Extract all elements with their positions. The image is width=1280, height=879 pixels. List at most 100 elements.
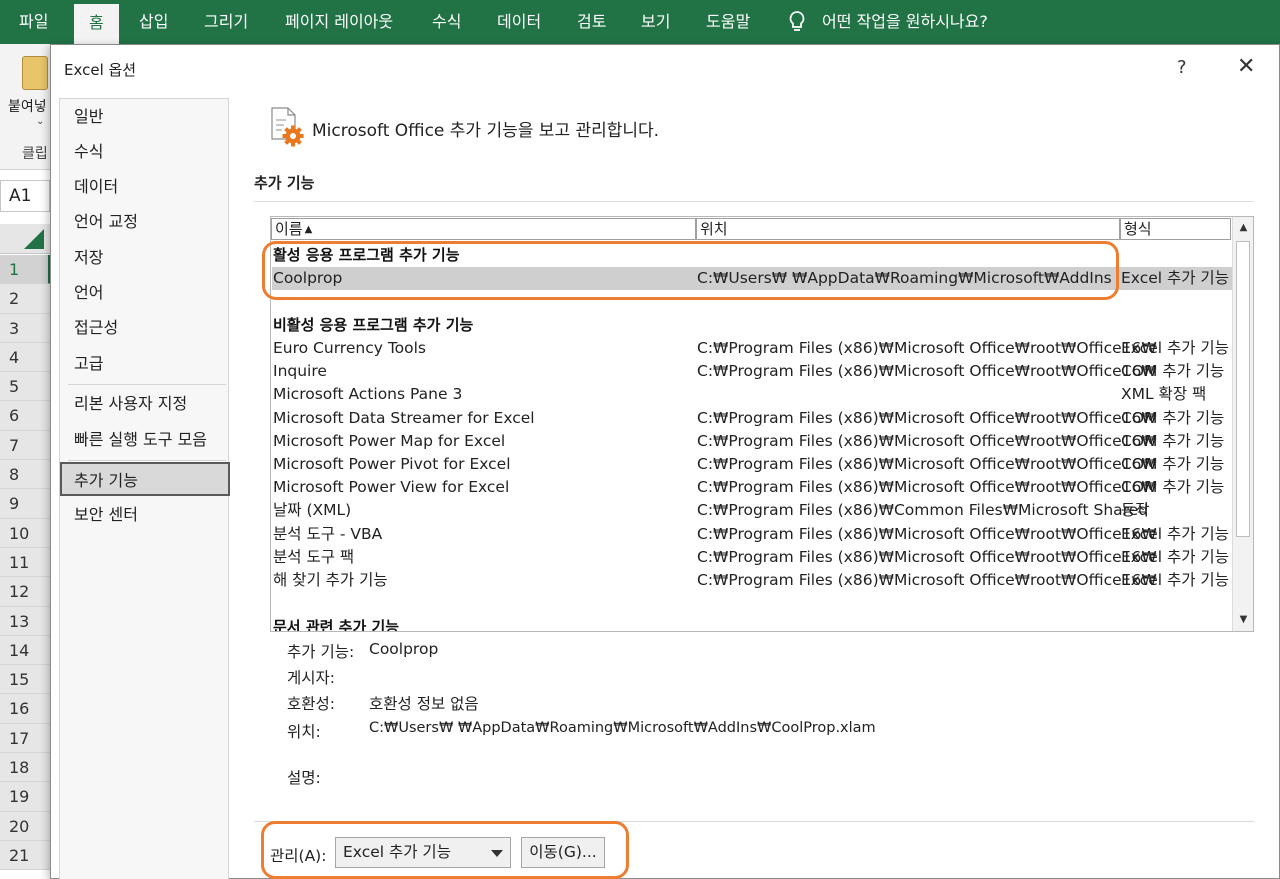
column-header-location[interactable]: 위치 xyxy=(696,218,1120,240)
row-header[interactable]: 9 xyxy=(0,489,50,519)
list-scrollbar[interactable]: ▲ ▼ xyxy=(1232,217,1253,631)
sidebar-item-quick-access-toolbar[interactable]: 빠른 실행 도구 모음 xyxy=(60,423,228,457)
cell-type: Excel 추가 기능 xyxy=(1121,571,1229,589)
cell-name: Microsoft Power Map for Excel xyxy=(273,431,506,450)
row-header[interactable]: 10 xyxy=(0,518,50,548)
sidebar-item-customize-ribbon[interactable]: 리본 사용자 지정 xyxy=(60,387,228,421)
chevron-down-icon[interactable]: ⌄ xyxy=(36,116,44,127)
cell-name: Coolprop xyxy=(273,269,343,287)
cell-location: C:₩Users₩ ₩AppData₩Roaming₩Microsoft₩Add… xyxy=(697,269,1112,287)
tab-file[interactable]: 파일 xyxy=(19,0,48,44)
table-row[interactable]: Microsoft Power Pivot for Excel C:₩Progra… xyxy=(272,453,1232,476)
lightbulb-icon[interactable] xyxy=(787,10,807,34)
cell-name: Microsoft Power View for Excel xyxy=(273,478,510,497)
scroll-thumb[interactable] xyxy=(1236,241,1250,537)
row-header[interactable]: 8 xyxy=(0,460,50,490)
help-icon[interactable]: ? xyxy=(1177,57,1187,78)
tab-home[interactable]: 홈 xyxy=(74,4,119,44)
paste-button-label[interactable]: 붙여넣 xyxy=(8,96,47,116)
sidebar-item-addins[interactable]: 추가 기능 xyxy=(60,462,230,496)
ribbon-tab-bar: 파일 홈 삽입 그리기 페이지 레이아웃 수식 데이터 검토 보기 도움말 어떤… xyxy=(0,0,1280,44)
tab-insert[interactable]: 삽입 xyxy=(139,0,168,44)
row-header[interactable]: 21 xyxy=(0,840,50,871)
row-header[interactable]: 13 xyxy=(0,606,50,636)
manage-dropdown-value: Excel 추가 기능 xyxy=(343,843,451,861)
row-header[interactable]: 3 xyxy=(0,313,50,343)
cell-name: 해 찾기 추가 기능 xyxy=(273,571,388,589)
name-box[interactable]: A1 xyxy=(0,180,50,212)
table-row[interactable]: 분석 도구 팩 C:₩Program Files (x86)₩Microsoft … xyxy=(272,546,1232,569)
cell-type: COM 추가 기능 xyxy=(1121,455,1225,473)
tell-me-search[interactable]: 어떤 작업을 원하시나요? xyxy=(822,0,988,44)
row-header[interactable]: 16 xyxy=(0,694,50,724)
table-row[interactable]: 날짜 (XML) C:₩Program Files (x86)₩Common Fi… xyxy=(272,499,1232,522)
scroll-up-icon[interactable]: ▲ xyxy=(1234,218,1253,238)
sidebar-item-trust-center[interactable]: 보안 센터 xyxy=(60,498,228,532)
group-document-addins: 문서 관련 추가 기능 xyxy=(273,618,400,632)
row-header[interactable]: 12 xyxy=(0,577,50,607)
bottom-divider xyxy=(254,821,1254,822)
sidebar-item-language[interactable]: 언어 xyxy=(60,276,228,310)
tab-page-layout[interactable]: 페이지 레이아웃 xyxy=(285,0,393,44)
tab-formulas[interactable]: 수식 xyxy=(432,0,461,44)
sidebar-item-general[interactable]: 일반 xyxy=(60,100,228,134)
table-row[interactable]: 분석 도구 - VBA C:₩Program Files (x86)₩Micros… xyxy=(272,523,1232,546)
row-header[interactable]: 5 xyxy=(0,372,50,402)
row-header[interactable]: 18 xyxy=(0,753,50,783)
table-row[interactable]: Euro Currency Tools C:₩Program Files (x86… xyxy=(272,337,1232,360)
tab-view[interactable]: 보기 xyxy=(641,0,670,44)
paste-icon[interactable] xyxy=(22,56,48,90)
tab-help[interactable]: 도움말 xyxy=(706,0,750,44)
row-header[interactable]: 14 xyxy=(0,635,50,666)
sidebar-item-data[interactable]: 데이터 xyxy=(60,170,228,204)
table-row[interactable]: Microsoft Data Streamer for Excel C:₩Prog… xyxy=(272,407,1232,430)
table-row[interactable]: Microsoft Power View for Excel C:₩Program… xyxy=(272,476,1232,499)
cell-location: C:₩Program Files (x86)₩Microsoft Office₩… xyxy=(697,524,1157,543)
row-header[interactable]: 4 xyxy=(0,342,50,373)
scroll-down-icon[interactable]: ▼ xyxy=(1234,610,1253,630)
cell-type: COM 추가 기능 xyxy=(1121,478,1225,497)
table-row[interactable]: 해 찾기 추가 기능 C:₩Program Files (x86)₩Microso… xyxy=(272,569,1232,592)
column-header-type[interactable]: 형식 xyxy=(1120,218,1231,240)
row-header[interactable]: 15 xyxy=(0,665,50,695)
cell-name: Microsoft Data Streamer for Excel xyxy=(273,408,535,427)
select-all-corner[interactable] xyxy=(0,224,50,254)
row-header[interactable]: 19 xyxy=(0,782,50,812)
chevron-down-icon xyxy=(491,850,503,857)
sidebar-item-accessibility[interactable]: 접근성 xyxy=(60,311,228,345)
table-row[interactable]: Inquire C:₩Program Files (x86)₩Microsoft … xyxy=(272,360,1232,383)
column-header-name[interactable]: 이름 ▲ xyxy=(271,218,696,240)
close-icon[interactable]: ✕ xyxy=(1237,54,1255,79)
cell-location: C:₩Program Files (x86)₩Microsoft Office₩… xyxy=(697,478,1157,497)
table-row[interactable]: Coolprop C:₩Users₩ ₩AppData₩Roaming₩Micr… xyxy=(272,267,1232,290)
manage-dropdown[interactable]: Excel 추가 기능 xyxy=(335,837,511,868)
row-header[interactable]: 11 xyxy=(0,547,50,578)
cell-name: Microsoft Power Pivot for Excel xyxy=(273,455,511,473)
tab-draw[interactable]: 그리기 xyxy=(204,0,248,44)
cell-type: Excel 추가 기능 xyxy=(1121,339,1229,357)
cell-name: 분석 도구 팩 xyxy=(273,547,355,566)
sidebar-item-proofing[interactable]: 언어 교정 xyxy=(60,205,228,239)
row-header[interactable]: 20 xyxy=(0,811,50,841)
cell-type: COM 추가 기능 xyxy=(1121,408,1225,427)
row-header[interactable]: 17 xyxy=(0,723,50,754)
row-header[interactable]: 6 xyxy=(0,401,50,431)
sidebar-item-save[interactable]: 저장 xyxy=(60,241,228,275)
sidebar-item-formulas[interactable]: 수식 xyxy=(60,135,228,169)
excel-options-dialog: Excel 옵션 ? ✕ 일반 수식 데이터 언어 교정 저장 언어 접근성 고… xyxy=(50,44,1280,879)
table-row[interactable]: Microsoft Actions Pane 3 XML 확장 팩 xyxy=(272,383,1232,406)
addins-gear-icon xyxy=(271,107,304,147)
table-row[interactable]: Microsoft Power Map for Excel C:₩Program … xyxy=(272,430,1232,453)
detail-addin-value: Coolprop xyxy=(369,640,439,658)
row-header[interactable]: 1 xyxy=(0,255,50,285)
go-button[interactable]: 이동(G)... xyxy=(521,837,605,868)
tab-data[interactable]: 데이터 xyxy=(497,0,541,44)
row-header[interactable]: 7 xyxy=(0,430,50,461)
cell-location: C:₩Program Files (x86)₩Microsoft Office₩… xyxy=(697,431,1157,450)
tab-review[interactable]: 검토 xyxy=(577,0,606,44)
row-header[interactable]: 2 xyxy=(0,284,50,314)
section-title: 추가 기능 xyxy=(254,174,315,192)
sidebar-item-advanced[interactable]: 고급 xyxy=(60,347,228,381)
cell-location: C:₩Program Files (x86)₩Microsoft Office₩… xyxy=(697,571,1157,589)
select-all-triangle-icon xyxy=(24,229,44,249)
